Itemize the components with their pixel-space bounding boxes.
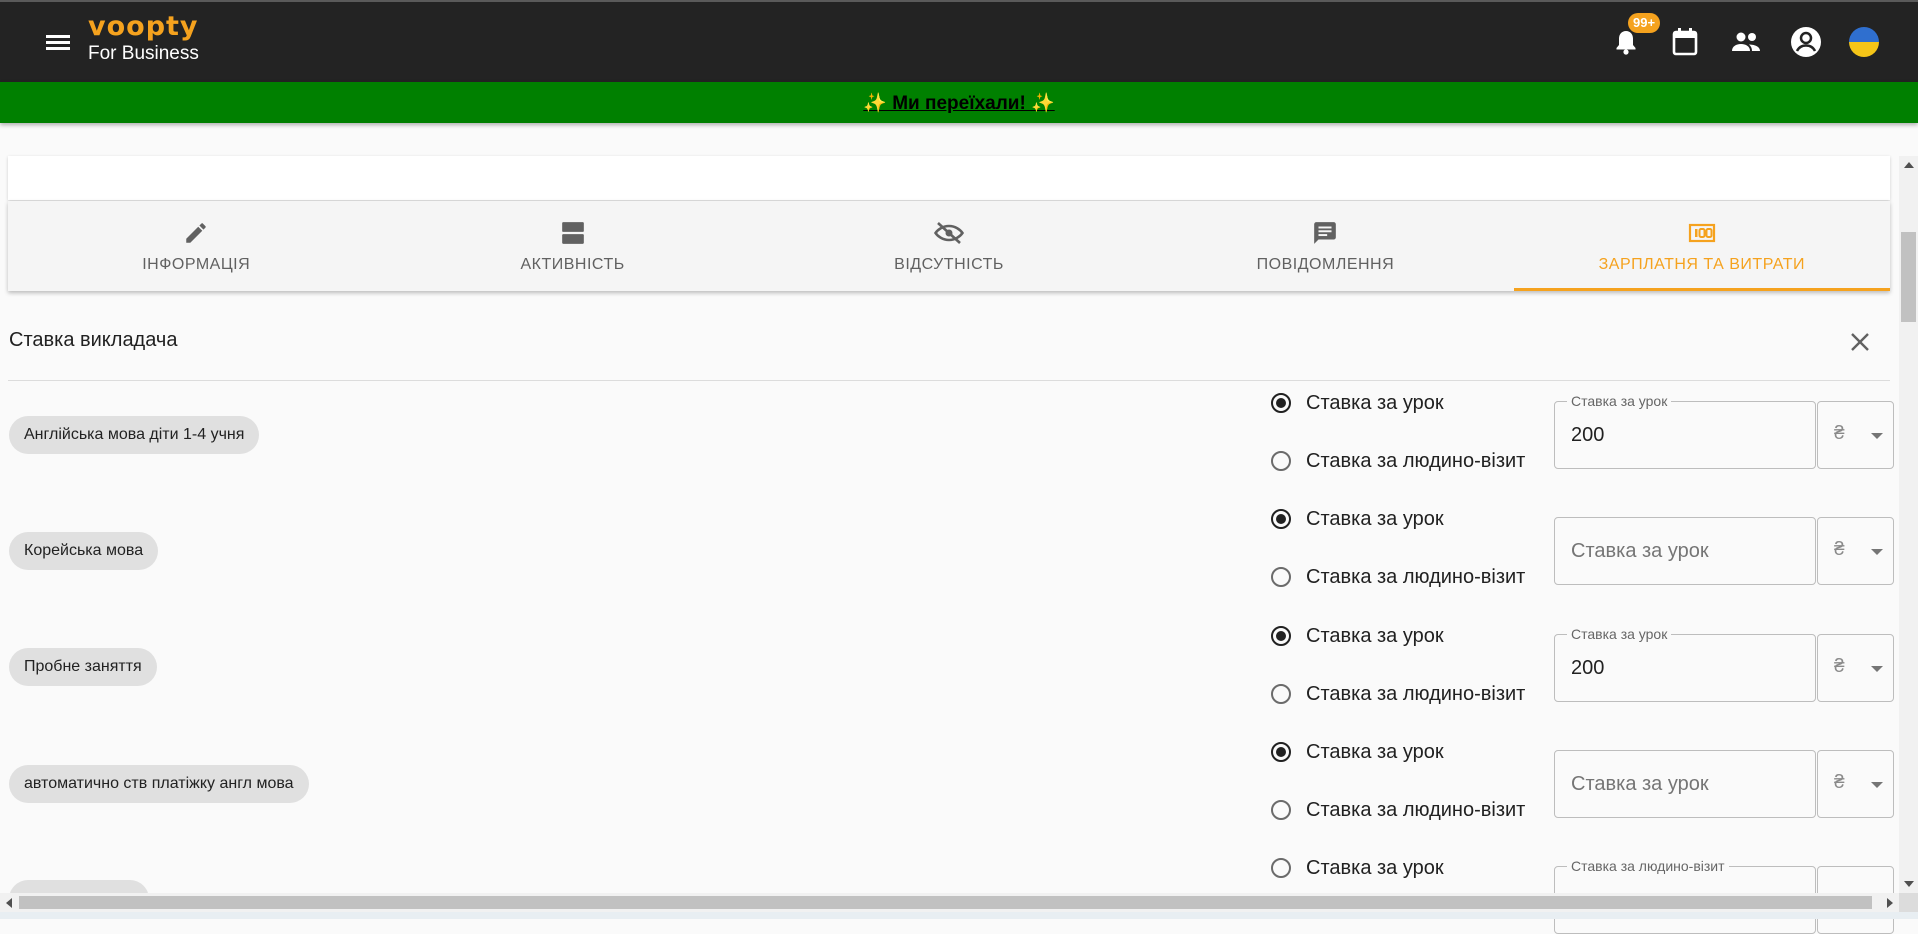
brand-subtitle: For Business — [88, 43, 199, 64]
notification-badge: 99+ — [1628, 13, 1661, 33]
rate-input-value: 200 — [1571, 424, 1605, 446]
currency-select[interactable]: ₴ — [1817, 634, 1894, 702]
tab-information[interactable]: ІНФОРМАЦІЯ — [8, 201, 384, 291]
radio-circle — [1271, 858, 1291, 878]
tab-label: ПОВІДОМЛЕННЯ — [1256, 256, 1395, 273]
radio-circle — [1271, 626, 1291, 646]
rate-input-placeholder: Ставка за урок — [1571, 773, 1709, 795]
currency-symbol: ₴ — [1834, 772, 1845, 793]
radio-label: Ставка за урок — [1306, 391, 1444, 414]
currency-select[interactable]: ₴ — [1817, 401, 1894, 469]
rate-input-placeholder: Ставка за урок — [1571, 540, 1709, 562]
radio-label: Ставка за людино-візит — [1306, 565, 1526, 588]
scroll-down-icon[interactable] — [1904, 881, 1914, 887]
announcement-link[interactable]: ✨ Ми переїхали! ✨ — [863, 91, 1054, 115]
announcement-bar: ✨ Ми переїхали! ✨ — [0, 82, 1918, 123]
top-app-bar: voopty For Business 99+ — [0, 0, 1918, 82]
radio-circle — [1271, 684, 1291, 704]
tab-messages[interactable]: ПОВІДОМЛЕННЯ — [1137, 201, 1513, 291]
rate-input[interactable]: Ставка за урок 200 — [1554, 393, 1816, 469]
tab-label: ЗАРПЛАТНЯ ТА ВИТРАТИ — [1598, 256, 1805, 273]
tab-activity[interactable]: АКТИВНІСТЬ — [384, 201, 760, 291]
currency-symbol: ₴ — [1834, 539, 1845, 560]
people-icon[interactable] — [1728, 24, 1764, 60]
rate-input-label: Ставка за людино-візит — [1567, 858, 1729, 874]
ukraine-flag-icon[interactable] — [1846, 24, 1882, 60]
radio-circle — [1271, 567, 1291, 587]
pencil-icon — [183, 218, 209, 248]
rate-per-lesson-radio[interactable]: Ставка за урок — [1271, 502, 1444, 536]
currency-symbol: ₴ — [1834, 656, 1845, 677]
radio-label: Ставка за урок — [1306, 507, 1444, 530]
radio-circle — [1271, 451, 1291, 471]
section-title: Ставка викладача — [9, 329, 178, 351]
view-agenda-icon — [560, 218, 586, 248]
rate-per-lesson-radio[interactable]: Ставка за урок — [1271, 619, 1444, 653]
chevron-down-icon — [1871, 549, 1883, 555]
scrollbar-thumb[interactable] — [19, 896, 1872, 909]
rate-per-visit-radio[interactable]: Ставка за людино-візит — [1271, 677, 1525, 711]
radio-label: Ставка за людино-візит — [1306, 798, 1526, 821]
radio-circle — [1271, 800, 1291, 820]
rate-input-label: Ставка за урок — [1567, 393, 1672, 409]
account-icon[interactable] — [1788, 24, 1824, 60]
radio-circle — [1271, 393, 1291, 413]
tab-salary-expenses[interactable]: ЗАРПЛАТНЯ ТА ВИТРАТИ — [1513, 201, 1891, 291]
scrollbar-corner — [1899, 893, 1918, 912]
rate-per-visit-radio[interactable]: Ставка за людино-візит — [1271, 560, 1525, 594]
employee-header-card — [8, 156, 1890, 200]
course-chip: Пробне заняття — [9, 648, 157, 686]
section-divider — [8, 380, 1890, 381]
scroll-up-icon[interactable] — [1904, 162, 1914, 168]
brand-logo-text: voopty — [88, 11, 199, 42]
vertical-scrollbar[interactable] — [1899, 156, 1918, 893]
rate-input[interactable]: Ставка за урок — [1554, 750, 1816, 818]
rate-per-visit-radio[interactable]: Ставка за людино-візит — [1271, 793, 1525, 827]
chevron-down-icon — [1871, 433, 1883, 439]
rate-per-visit-radio[interactable]: Ставка за людино-візит — [1271, 444, 1525, 478]
chevron-down-icon — [1871, 782, 1883, 788]
profile-tabs: ІНФОРМАЦІЯ АКТИВНІСТЬ ВІДСУТНІСТЬ ПОВІДО… — [8, 201, 1891, 291]
rate-per-lesson-radio[interactable]: Ставка за урок — [1271, 735, 1444, 769]
eye-off-icon — [934, 218, 965, 248]
tab-label: ІНФОРМАЦІЯ — [142, 256, 251, 273]
radio-circle — [1271, 509, 1291, 529]
rate-per-lesson-radio[interactable]: Ставка за урок — [1271, 851, 1444, 885]
radio-circle — [1271, 742, 1291, 762]
tab-label: ВІДСУТНІСТЬ — [894, 256, 1004, 273]
tab-absence[interactable]: ВІДСУТНІСТЬ — [761, 201, 1137, 291]
window-bottom-edge — [0, 912, 1918, 919]
calendar-icon[interactable] — [1667, 24, 1703, 60]
brand-logo[interactable]: voopty For Business — [88, 12, 199, 65]
rate-input[interactable]: Ставка за урок 200 — [1554, 626, 1816, 702]
scroll-right-icon[interactable] — [1887, 898, 1893, 908]
radio-label: Ставка за людино-візит — [1306, 449, 1526, 472]
money-icon — [1688, 218, 1716, 248]
radio-label: Ставка за людино-візит — [1306, 682, 1526, 705]
radio-label: Ставка за урок — [1306, 624, 1444, 647]
rate-per-lesson-radio[interactable]: Ставка за урок — [1271, 386, 1444, 420]
close-icon[interactable] — [1846, 328, 1874, 356]
radio-label: Ставка за урок — [1306, 856, 1444, 879]
rate-input-value: 200 — [1571, 657, 1605, 679]
message-icon — [1312, 218, 1338, 248]
course-chip: автоматично ств платіжку англ мова — [9, 765, 309, 803]
radio-label: Ставка за урок — [1306, 740, 1444, 763]
tab-label: АКТИВНІСТЬ — [520, 256, 625, 273]
menu-icon[interactable] — [42, 28, 74, 56]
chevron-down-icon — [1871, 666, 1883, 672]
scrollbar-thumb[interactable] — [1901, 232, 1916, 322]
currency-select[interactable]: ₴ — [1817, 517, 1894, 585]
horizontal-scrollbar[interactable] — [0, 893, 1899, 912]
rate-input-label: Ставка за урок — [1567, 626, 1672, 642]
currency-symbol: ₴ — [1834, 423, 1845, 444]
scroll-left-icon[interactable] — [6, 898, 12, 908]
course-chip: Корейська мова — [9, 532, 159, 570]
currency-select[interactable]: ₴ — [1817, 750, 1894, 818]
rate-input[interactable]: Ставка за урок — [1554, 517, 1816, 585]
course-chip: Англійська мова діти 1-4 учня — [9, 416, 260, 454]
